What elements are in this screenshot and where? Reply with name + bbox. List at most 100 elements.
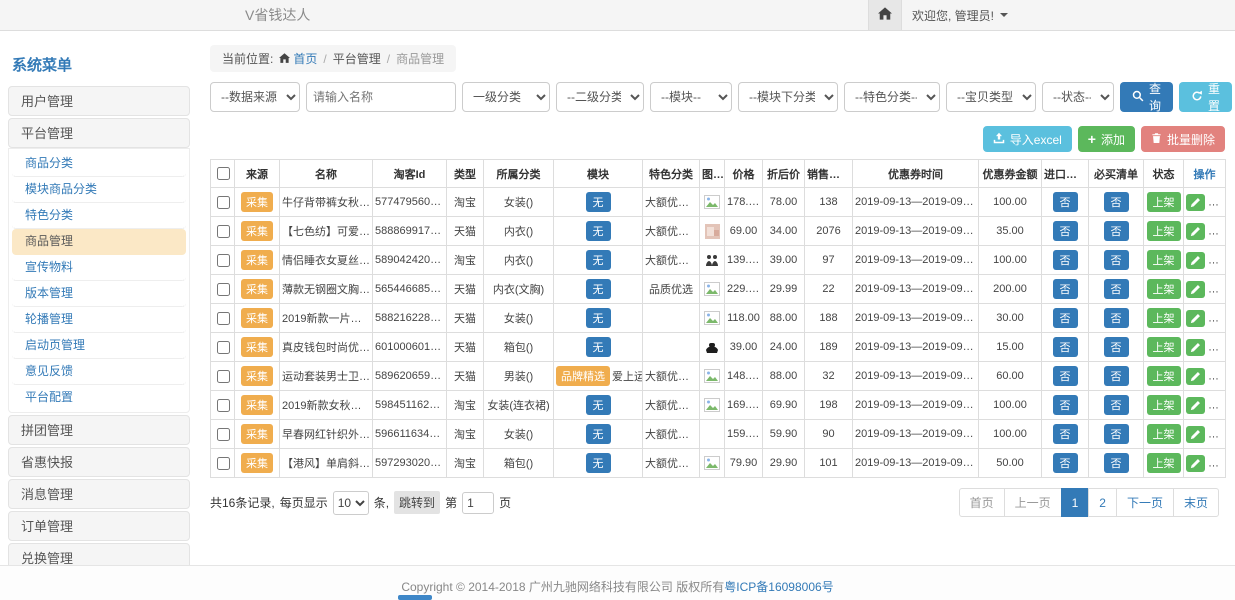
filter-select-status[interactable]: --状态-- <box>1042 82 1114 112</box>
module-badge[interactable]: 无 <box>586 453 611 473</box>
sidebar-group-order-management[interactable]: 订单管理 <box>8 511 190 541</box>
edit-button[interactable] <box>1186 194 1205 211</box>
status-button[interactable]: 上架 <box>1147 221 1181 241</box>
import-excel-button[interactable]: 导入excel <box>983 126 1072 152</box>
sidebar-group-user-management[interactable]: 用户管理 <box>8 86 190 116</box>
query-button[interactable]: 查询 <box>1120 82 1173 112</box>
module-badge[interactable]: 无 <box>586 279 611 299</box>
sidebar-item-feature-category[interactable]: 特色分类 <box>12 203 186 229</box>
row-checkbox[interactable] <box>217 312 230 325</box>
must-buy-toggle[interactable]: 否 <box>1104 395 1129 415</box>
row-checkbox[interactable] <box>217 428 230 441</box>
must-buy-toggle[interactable]: 否 <box>1104 308 1129 328</box>
filter-select-feature-category[interactable]: --特色分类-- <box>844 82 940 112</box>
edit-button[interactable] <box>1186 252 1205 269</box>
status-button[interactable]: 上架 <box>1147 395 1181 415</box>
module-badge[interactable]: 无 <box>586 337 611 357</box>
select-all-checkbox[interactable] <box>217 167 230 180</box>
must-buy-toggle[interactable]: 否 <box>1104 424 1129 444</box>
import-optimal-toggle[interactable]: 否 <box>1053 366 1078 386</box>
row-checkbox[interactable] <box>217 196 230 209</box>
row-checkbox[interactable] <box>217 399 230 412</box>
breadcrumb-section[interactable]: 平台管理 <box>333 50 381 67</box>
import-optimal-toggle[interactable]: 否 <box>1053 250 1078 270</box>
import-optimal-toggle[interactable]: 否 <box>1053 453 1078 473</box>
sidebar-item-version-management[interactable]: 版本管理 <box>12 281 186 307</box>
row-checkbox[interactable] <box>217 254 230 267</box>
filter-select-level2-category[interactable]: --二级分类-- <box>556 82 644 112</box>
sidebar-item-module-goods-category[interactable]: 模块商品分类 <box>12 177 186 203</box>
filter-select-module-subcategory[interactable]: --模块下分类-- <box>738 82 838 112</box>
module-badge[interactable]: 品牌精选 <box>556 366 610 386</box>
page-number-input[interactable] <box>462 492 494 514</box>
row-checkbox[interactable] <box>217 341 230 354</box>
edit-button[interactable] <box>1186 426 1205 443</box>
must-buy-toggle[interactable]: 否 <box>1104 192 1129 212</box>
row-checkbox[interactable] <box>217 225 230 238</box>
edit-button[interactable] <box>1186 339 1205 356</box>
row-checkbox[interactable] <box>217 370 230 383</box>
module-badge[interactable]: 无 <box>586 192 611 212</box>
sidebar-item-promo-materials[interactable]: 宣传物料 <box>12 255 186 281</box>
edit-button[interactable] <box>1186 455 1205 472</box>
sidebar-group-saving-express[interactable]: 省惠快报 <box>8 447 190 477</box>
home-button[interactable] <box>868 0 902 30</box>
edit-button[interactable] <box>1186 397 1205 414</box>
add-button[interactable]: + 添加 <box>1078 126 1135 152</box>
must-buy-toggle[interactable]: 否 <box>1104 279 1129 299</box>
must-buy-toggle[interactable]: 否 <box>1104 453 1129 473</box>
row-checkbox[interactable] <box>217 457 230 470</box>
must-buy-toggle[interactable]: 否 <box>1104 366 1129 386</box>
edit-button[interactable] <box>1186 368 1205 385</box>
edit-button[interactable] <box>1186 281 1205 298</box>
status-button[interactable]: 上架 <box>1147 308 1181 328</box>
status-button[interactable]: 上架 <box>1147 279 1181 299</box>
filter-select-module[interactable]: --模块-- <box>650 82 732 112</box>
sidebar-item-goods-category[interactable]: 商品分类 <box>12 151 186 177</box>
module-badge[interactable]: 无 <box>586 424 611 444</box>
import-optimal-toggle[interactable]: 否 <box>1053 279 1078 299</box>
page-2-button[interactable]: 2 <box>1088 488 1117 517</box>
module-badge[interactable]: 无 <box>586 250 611 270</box>
import-optimal-toggle[interactable]: 否 <box>1053 395 1078 415</box>
last-page-button[interactable]: 末页 <box>1173 488 1219 517</box>
must-buy-toggle[interactable]: 否 <box>1104 221 1129 241</box>
horizontal-scrollbar-thumb[interactable] <box>398 595 432 600</box>
edit-button[interactable] <box>1186 310 1205 327</box>
icp-link[interactable]: 粤ICP备16098006号 <box>724 580 833 594</box>
sidebar-group-group-buy-management[interactable]: 拼团管理 <box>8 415 190 445</box>
user-menu[interactable]: 欢迎您, 管理员! <box>902 0 1018 30</box>
edit-button[interactable] <box>1186 223 1205 240</box>
status-button[interactable]: 上架 <box>1147 250 1181 270</box>
filter-input-name[interactable] <box>306 82 456 112</box>
per-page-select[interactable]: 10 <box>333 491 369 515</box>
jump-button[interactable]: 跳转到 <box>394 491 440 514</box>
breadcrumb-home-link[interactable]: 首页 <box>279 50 317 67</box>
next-page-button[interactable]: 下一页 <box>1116 488 1174 517</box>
filter-select-item-type[interactable]: --宝贝类型-- <box>946 82 1036 112</box>
must-buy-toggle[interactable]: 否 <box>1104 337 1129 357</box>
sidebar-item-feedback[interactable]: 意见反馈 <box>12 359 186 385</box>
module-badge[interactable]: 无 <box>586 308 611 328</box>
sidebar-item-goods-management[interactable]: 商品管理 <box>12 229 186 255</box>
module-badge[interactable]: 无 <box>586 221 611 241</box>
row-checkbox[interactable] <box>217 283 230 296</box>
import-optimal-toggle[interactable]: 否 <box>1053 221 1078 241</box>
sidebar-item-carousel-management[interactable]: 轮播管理 <box>12 307 186 333</box>
import-optimal-toggle[interactable]: 否 <box>1053 308 1078 328</box>
sidebar-group-message-management[interactable]: 消息管理 <box>8 479 190 509</box>
sidebar-group-platform-management[interactable]: 平台管理 <box>8 118 190 148</box>
import-optimal-toggle[interactable]: 否 <box>1053 424 1078 444</box>
module-badge[interactable]: 无 <box>586 395 611 415</box>
filter-select-level1-category[interactable]: 一级分类 <box>462 82 550 112</box>
page-1-button[interactable]: 1 <box>1061 488 1090 517</box>
status-button[interactable]: 上架 <box>1147 366 1181 386</box>
import-optimal-toggle[interactable]: 否 <box>1053 337 1078 357</box>
status-button[interactable]: 上架 <box>1147 337 1181 357</box>
status-button[interactable]: 上架 <box>1147 453 1181 473</box>
batch-delete-button[interactable]: 批量删除 <box>1141 126 1225 152</box>
must-buy-toggle[interactable]: 否 <box>1104 250 1129 270</box>
sidebar-item-platform-config[interactable]: 平台配置 <box>12 385 186 410</box>
status-button[interactable]: 上架 <box>1147 192 1181 212</box>
reset-button[interactable]: 重置 <box>1179 82 1232 112</box>
